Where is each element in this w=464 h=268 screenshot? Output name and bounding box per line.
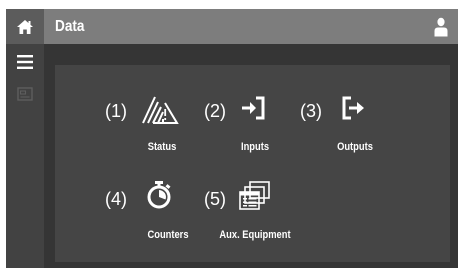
outputs-tile[interactable]: (3) Outputs [300, 93, 390, 153]
hamburger-menu-icon [17, 55, 33, 69]
stopwatch-icon [147, 181, 171, 209]
status-label: Status [147, 141, 177, 153]
app-window: Data (1) Status (2) Inputs (3) Outputs (… [6, 9, 458, 268]
status-signal-icon [142, 96, 179, 124]
sidebar [6, 44, 44, 268]
input-arrow-icon [242, 96, 265, 120]
aux-equipment-tile[interactable]: (5) Aux. Equipment [204, 181, 314, 241]
home-button[interactable] [6, 9, 44, 44]
page-title: Data [55, 18, 85, 35]
status-number: (1) [105, 101, 127, 121]
user-icon [434, 17, 448, 37]
inputs-label: Inputs [240, 141, 270, 153]
counters-tile[interactable]: (4) Counters [105, 181, 195, 241]
screen-icon [17, 87, 33, 101]
inputs-number: (2) [204, 101, 226, 121]
outputs-number: (3) [300, 101, 322, 121]
inputs-tile[interactable]: (2) Inputs [204, 93, 294, 153]
header-bar: Data [6, 9, 458, 44]
aux-equipment-label: Aux. Equipment [219, 229, 291, 241]
status-tile[interactable]: (1) Status [105, 93, 195, 153]
outputs-label: Outputs [337, 141, 373, 153]
aux-equipment-number: (5) [204, 189, 226, 209]
stacked-windows-icon [239, 181, 270, 210]
counters-number: (4) [105, 189, 127, 209]
data-menu-panel: (1) Status (2) Inputs (3) Outputs (4) Co… [55, 65, 450, 262]
screen-button[interactable] [15, 84, 35, 104]
home-icon [17, 19, 33, 34]
user-button[interactable] [432, 16, 450, 38]
output-arrow-icon [342, 96, 364, 120]
menu-button[interactable] [13, 51, 37, 73]
